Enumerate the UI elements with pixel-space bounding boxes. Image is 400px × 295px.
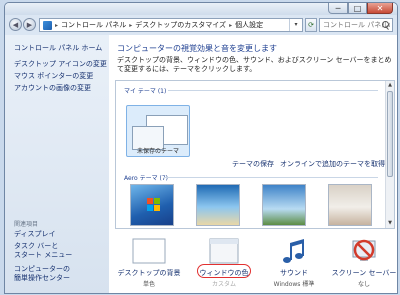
desktop-background-value: 単色 <box>142 281 155 288</box>
sound-value: Windows 標準 <box>273 281 315 288</box>
window-color-label: ウィンドウの色 <box>199 269 249 277</box>
control-panel-icon <box>43 20 52 30</box>
window-color-icon <box>209 238 239 264</box>
screen-saver-prohibited-icon <box>352 239 376 261</box>
aero-theme-nature[interactable] <box>328 184 372 226</box>
window-color-item[interactable]: ウィンドウの色 カスタム <box>189 231 259 291</box>
ease-of-access-link-line1[interactable]: コンピューターの <box>14 265 70 274</box>
theme-list: マイ テーマ (1) 未保存のテーマ テーマの保存 オンラインで追加のテーマを取… <box>115 80 395 229</box>
group-divider <box>164 177 378 178</box>
main-content: コンピューターの視覚効果と音を変更します デスクトップの背景、ウィンドウの色、サ… <box>109 35 397 293</box>
my-themes-header: マイ テーマ (1) <box>124 88 167 95</box>
forward-button[interactable]: ▶ <box>23 18 36 31</box>
window-color-value: カスタム <box>211 281 236 288</box>
maximize-button[interactable]: □ <box>348 3 367 14</box>
forward-arrow-icon: ▶ <box>26 20 33 29</box>
sound-music-notes-icon <box>283 239 304 263</box>
aero-themes-header: Aero テーマ (7) <box>124 175 169 182</box>
sound-label: サウンド <box>280 269 308 277</box>
back-arrow-icon: ◀ <box>12 20 19 29</box>
address-bar[interactable]: ▸ コントロール パネル ▸ デスクトップのカスタマイズ ▸ 個人設定 ▾ <box>39 18 303 32</box>
screen-saver-value: なし <box>357 281 370 288</box>
change-account-picture-link[interactable]: アカウントの画像の変更 <box>14 83 91 93</box>
scroll-thumb[interactable] <box>387 91 393 177</box>
change-desktop-icons-link[interactable]: デスクトップ アイコンの変更 <box>14 59 107 69</box>
desktop-background-item[interactable]: デスクトップの背景 単色 <box>114 231 184 291</box>
left-navigation-pane: コントロール パネル ホーム デスクトップ アイコンの変更 マウス ポインターの… <box>5 35 109 293</box>
display-link[interactable]: ディスプレイ <box>14 230 56 239</box>
aero-theme-windows7[interactable] <box>130 184 174 226</box>
scroll-down-arrow-icon[interactable]: ▼ <box>386 219 394 228</box>
breadcrumb-personalization[interactable]: 個人設定 <box>233 20 265 30</box>
personalization-window: ─ □ ✕ ◀ ▶ ▸ コントロール パネル ▸ デスクトップのカスタマイズ ▸… <box>4 2 398 294</box>
screen-saver-item[interactable]: スクリーン セーバー なし <box>329 231 397 291</box>
title-bar: ─ □ ✕ <box>5 3 397 15</box>
close-button[interactable]: ✕ <box>367 3 393 14</box>
online-themes-link[interactable]: オンラインで追加のテーマを取得 <box>280 159 385 169</box>
close-icon: ✕ <box>376 3 384 13</box>
breadcrumb-control-panel[interactable]: コントロール パネル <box>59 20 128 30</box>
theme-list-area: マイ テーマ (1) 未保存のテーマ テーマの保存 オンラインで追加のテーマを取… <box>116 81 386 228</box>
theme-list-scrollbar[interactable]: ▲ ▼ <box>385 81 394 228</box>
maximize-icon: □ <box>353 3 362 13</box>
search-icon[interactable] <box>382 21 389 28</box>
aero-theme-architecture[interactable] <box>196 184 240 226</box>
minimize-icon: ─ <box>335 3 341 13</box>
aero-theme-landscape[interactable] <box>262 184 306 226</box>
back-button[interactable]: ◀ <box>9 18 22 31</box>
unsaved-theme-tile[interactable]: 未保存のテーマ <box>126 105 190 157</box>
page-description: デスクトップの背景、ウィンドウの色、サウンド、およびスクリーン セーバーをまとめ… <box>117 56 392 73</box>
sound-item[interactable]: サウンド Windows 標準 <box>259 231 329 291</box>
customization-bar: デスクトップの背景 単色 ウィンドウの色 カスタム サウンド Windows 標… <box>109 231 397 293</box>
scroll-up-arrow-icon[interactable]: ▲ <box>386 81 394 90</box>
refresh-icon: ⟳ <box>308 21 314 29</box>
taskbar-link-line1[interactable]: タスク バーと <box>14 242 58 251</box>
desktop-background-label: デスクトップの背景 <box>117 269 181 277</box>
control-panel-home-link[interactable]: コントロール パネル ホーム <box>14 43 102 53</box>
screen-saver-label: スクリーン セーバー <box>331 269 397 277</box>
page-heading: コンピューターの視覚効果と音を変更します <box>117 44 277 53</box>
desktop-background-icon <box>132 238 166 264</box>
unsaved-theme-label: 未保存のテーマ <box>136 148 179 155</box>
address-row: ◀ ▶ ▸ コントロール パネル ▸ デスクトップのカスタマイズ ▸ 個人設定 … <box>5 15 397 35</box>
windows-logo-icon <box>147 198 160 211</box>
related-label: 関連項目 <box>14 221 39 228</box>
address-dropdown-icon[interactable]: ▾ <box>289 19 302 31</box>
change-mouse-pointers-link[interactable]: マウス ポインターの変更 <box>14 71 93 81</box>
taskbar-link-line2[interactable]: スタート メニュー <box>14 251 72 260</box>
group-divider <box>168 90 378 91</box>
minimize-button[interactable]: ─ <box>328 3 348 14</box>
save-theme-link[interactable]: テーマの保存 <box>232 159 274 169</box>
breadcrumb-desktop-customize[interactable]: デスクトップのカスタマイズ <box>133 20 228 30</box>
ease-of-access-link-line2[interactable]: 簡単操作センター <box>14 274 70 283</box>
refresh-button[interactable]: ⟳ <box>305 18 317 32</box>
